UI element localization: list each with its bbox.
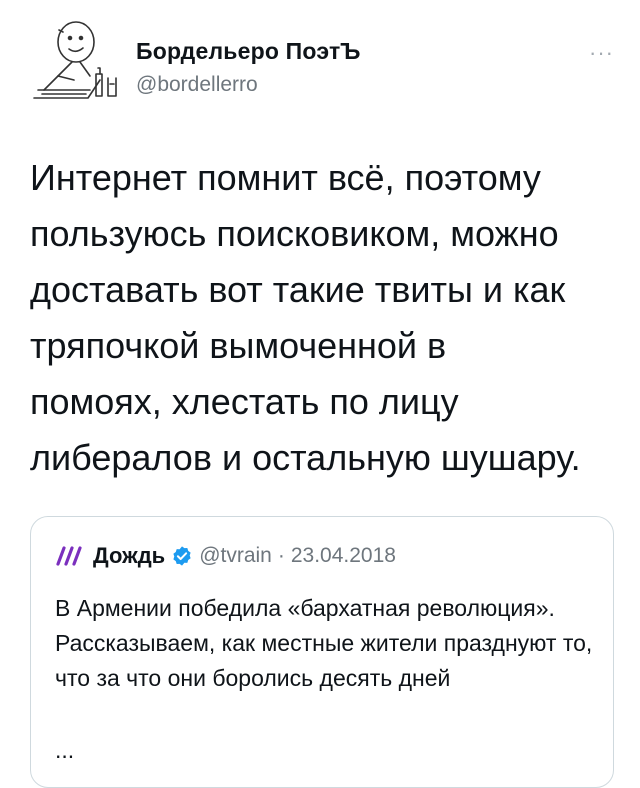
quoted-tweet[interactable]: Дождь @tvrain · 23.04.2018 В Армении поб… — [30, 516, 614, 788]
author-display-name[interactable]: Бордельеро ПоэтЪ — [136, 38, 361, 65]
avatar-sketch-icon — [33, 21, 117, 99]
quoted-author-handle[interactable]: @tvrain — [199, 544, 272, 568]
quoted-tweet-text: В Армении победила «бархатная революция»… — [55, 595, 593, 691]
quoted-tweet-ellipsis: ... — [55, 737, 75, 763]
separator-dot: · — [277, 544, 285, 567]
quoted-author-name[interactable]: Дождь — [93, 543, 165, 569]
tweet-card: Бордельеро ПоэтЪ @bordellerro ··· Интерн… — [0, 0, 640, 788]
more-options-icon[interactable]: ··· — [589, 40, 614, 66]
author-names: Бордельеро ПоэтЪ @bordellerro — [136, 38, 361, 97]
avatar[interactable] — [28, 18, 124, 108]
quoted-tweet-header: Дождь @tvrain · 23.04.2018 — [55, 543, 396, 569]
quoted-tweet-date[interactable]: 23.04.2018 — [291, 544, 396, 568]
tweet-header: Бордельеро ПоэтЪ @bordellerro ··· — [24, 18, 624, 108]
verified-badge-icon — [173, 546, 191, 566]
tvrain-logo-icon — [56, 546, 82, 566]
tweet-text: Интернет помнит всё, поэтому пользуюсь п… — [30, 157, 581, 478]
author-handle[interactable]: @bordellerro — [136, 73, 361, 97]
